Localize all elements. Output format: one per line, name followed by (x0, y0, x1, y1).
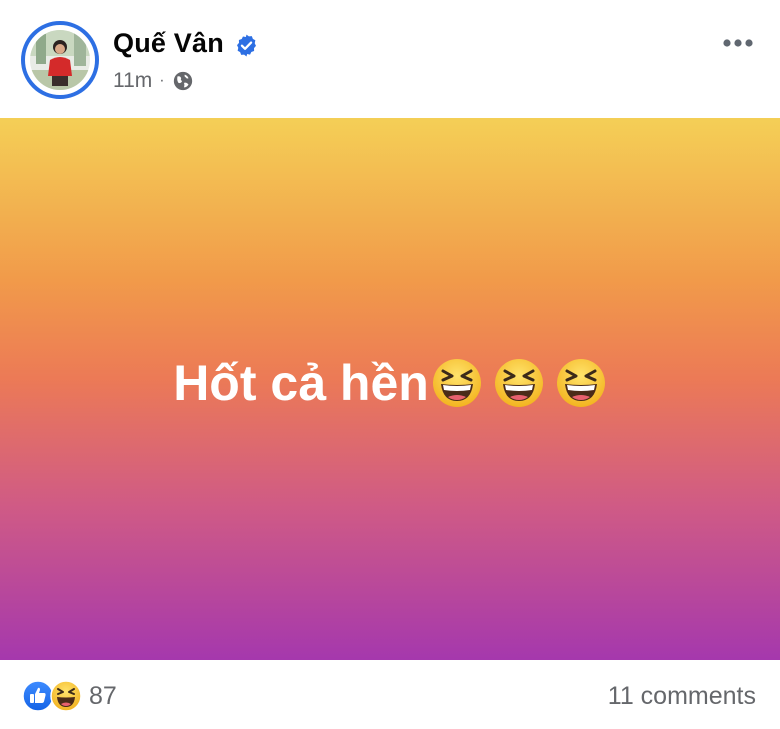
meta-separator: · (159, 72, 165, 89)
post-footer: 87 11 comments (0, 660, 780, 729)
grinning-squinting-face-icon (556, 359, 605, 407)
reactions-summary[interactable]: 87 (22, 680, 117, 712)
reaction-count: 87 (89, 681, 117, 710)
facebook-post: Quế Vân 11m · Hốt cả hền 87 11 comments (0, 0, 780, 729)
more-dots-icon (723, 39, 753, 47)
profile-avatar[interactable] (21, 21, 99, 99)
grinning-squinting-face-icon (432, 359, 481, 407)
comments-count-link[interactable]: 11 comments (608, 682, 756, 711)
colored-background-post[interactable]: Hốt cả hền (0, 118, 780, 660)
post-text: Hốt cả hền (173, 355, 429, 411)
verified-badge-icon (237, 34, 256, 57)
haha-icon (50, 680, 82, 712)
author-name[interactable]: Quế Vân (113, 28, 224, 59)
grinning-squinting-face-icon (494, 359, 543, 407)
globe-icon[interactable] (172, 70, 194, 92)
avatar-photo (30, 30, 90, 90)
post-meta: 11m · (113, 68, 194, 94)
more-options-button[interactable] (716, 28, 760, 58)
post-time[interactable]: 11m (113, 69, 152, 93)
post-text-line: Hốt cả hền (0, 348, 780, 418)
post-header: Quế Vân 11m · (0, 0, 780, 118)
